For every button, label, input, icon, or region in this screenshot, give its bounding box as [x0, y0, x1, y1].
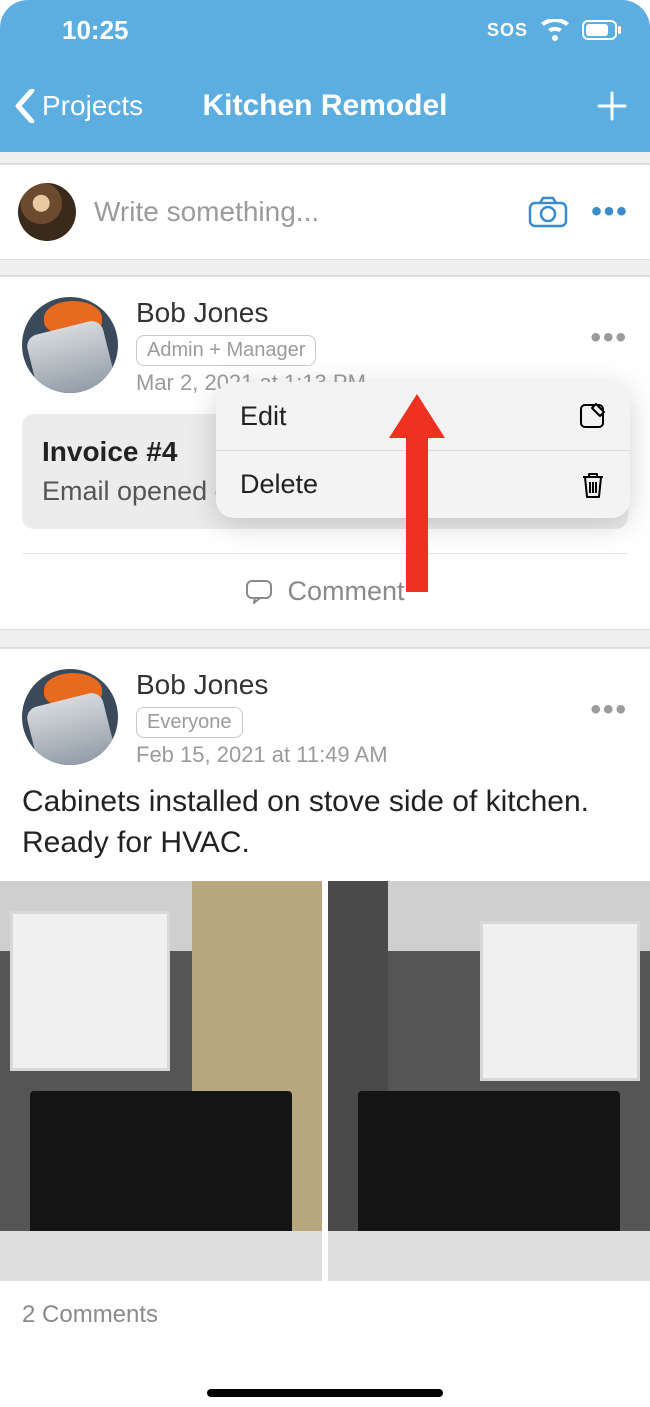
menu-edit-label: Edit: [240, 401, 287, 432]
sos-indicator: SOS: [487, 20, 528, 41]
composer-more-button[interactable]: •••: [588, 190, 632, 234]
role-chip: Admin + Manager: [136, 335, 316, 366]
author-avatar[interactable]: [22, 297, 118, 393]
menu-delete[interactable]: Delete: [216, 450, 630, 518]
camera-icon: [528, 196, 568, 228]
post-header: Bob Jones Everyone Feb 15, 2021 at 11:49…: [22, 669, 628, 768]
post-body: Cabinets installed on stove side of kitc…: [22, 782, 628, 863]
menu-edit[interactable]: Edit: [216, 382, 630, 450]
chevron-left-icon: [14, 89, 36, 123]
post-card: Bob Jones Everyone Feb 15, 2021 at 11:49…: [0, 648, 650, 1281]
comments-count[interactable]: 2 Comments: [0, 1281, 650, 1349]
status-time: 10:25: [62, 15, 129, 46]
post-more-button[interactable]: •••: [590, 321, 628, 355]
status-bar: 10:25 SOS: [0, 0, 650, 60]
image-grid: [0, 881, 650, 1281]
post-more-button[interactable]: •••: [590, 693, 628, 727]
post-image[interactable]: [0, 881, 322, 1281]
author-avatar[interactable]: [22, 669, 118, 765]
status-right: SOS: [487, 19, 622, 41]
composer-input[interactable]: Write something...: [94, 196, 508, 228]
comment-icon: [245, 579, 273, 605]
role-chip: Everyone: [136, 707, 243, 738]
post-timestamp: Feb 15, 2021 at 11:49 AM: [136, 742, 628, 768]
composer-row: Write something... •••: [0, 164, 650, 260]
post-image[interactable]: [328, 881, 650, 1281]
comment-button[interactable]: Comment: [22, 553, 628, 629]
edit-icon: [578, 402, 606, 430]
trash-icon: [580, 470, 606, 500]
page-title: Kitchen Remodel: [202, 89, 447, 123]
menu-delete-label: Delete: [240, 469, 318, 500]
battery-icon: [582, 20, 622, 40]
camera-button[interactable]: [526, 190, 570, 234]
comment-label: Comment: [287, 576, 404, 607]
back-button[interactable]: Projects: [14, 89, 143, 123]
plus-icon: [596, 90, 628, 122]
context-menu: Edit Delete: [216, 382, 630, 518]
author-name: Bob Jones: [136, 669, 628, 701]
nav-bar: Projects Kitchen Remodel: [0, 60, 650, 152]
wifi-icon: [540, 19, 570, 41]
add-button[interactable]: [596, 90, 628, 122]
current-user-avatar[interactable]: [18, 183, 76, 241]
author-name: Bob Jones: [136, 297, 628, 329]
home-indicator[interactable]: [207, 1389, 443, 1397]
back-label: Projects: [42, 90, 143, 122]
